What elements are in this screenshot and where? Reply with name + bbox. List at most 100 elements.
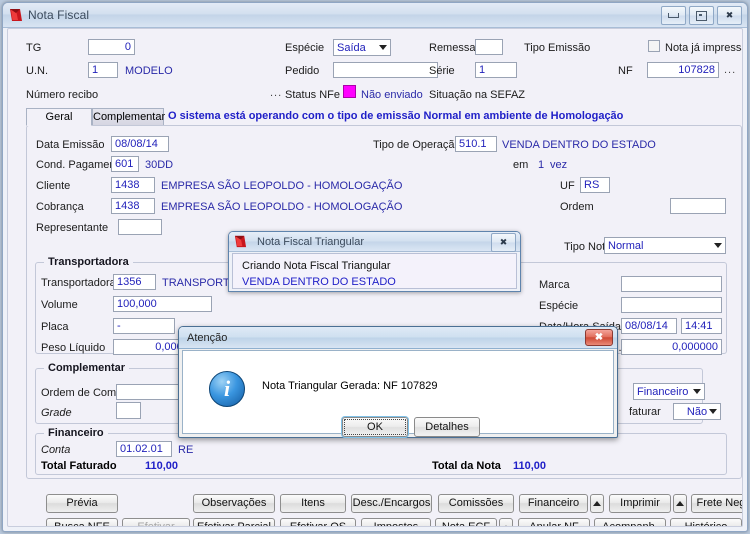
cobranca-field[interactable]: 1438: [111, 198, 155, 214]
conta-field[interactable]: 01.02.01: [116, 441, 172, 457]
modo-combo[interactable]: Financeiro: [633, 383, 705, 400]
grade-label: Grade: [41, 407, 72, 419]
tab-geral[interactable]: Geral: [26, 108, 92, 126]
button-financeiro[interactable]: Financeiro: [519, 494, 588, 513]
numero-recibo-label: Número recibo: [26, 89, 99, 101]
triangular-dialog-body: Criando Nota Fiscal Triangular VENDA DEN…: [232, 253, 517, 289]
button-acompanh[interactable]: Acompanh.: [594, 518, 666, 526]
window-title: Nota Fiscal: [28, 8, 90, 22]
cliente-field[interactable]: 1438: [111, 177, 155, 193]
nf-field[interactable]: 107828: [647, 62, 719, 78]
data-emissao-field[interactable]: 08/08/14: [111, 136, 169, 152]
grade-field[interactable]: [116, 402, 141, 419]
remessa-field[interactable]: [475, 39, 503, 55]
button-efetivar-parcial[interactable]: Efetivar Parcial: [193, 518, 275, 526]
button-observacoes[interactable]: Observações: [193, 494, 275, 513]
tab-complementar[interactable]: Complementar: [92, 108, 165, 126]
button-anular-nf[interactable]: Anular NF: [518, 518, 590, 526]
peso-extra-field[interactable]: 0,000000: [621, 339, 722, 355]
remessa-label: Remessa: [429, 42, 476, 54]
status-nfe-value: Não enviado: [361, 89, 423, 101]
volume-field[interactable]: 100,000: [113, 296, 212, 312]
chevron-down-icon: [714, 243, 722, 248]
cobranca-label: Cobrança: [36, 201, 84, 213]
button-impostos[interactable]: Impostos: [361, 518, 431, 526]
close-icon[interactable]: ✖: [585, 329, 613, 346]
peso-liquido-label: Peso Líquido: [41, 342, 106, 354]
tipo-nota-combo[interactable]: Normal: [604, 237, 726, 254]
numero-recibo-ellipsis-button[interactable]: ...: [270, 87, 282, 99]
uf-field[interactable]: RS: [580, 177, 610, 193]
placa-field[interactable]: -: [113, 318, 175, 334]
cond-pagamento-description: 30DD: [145, 159, 174, 171]
window-titlebar[interactable]: Nota Fiscal ✖: [3, 3, 747, 28]
close-icon[interactable]: ✖: [717, 6, 742, 25]
button-imprimir[interactable]: Imprimir: [609, 494, 671, 513]
pedido-field[interactable]: [333, 62, 438, 78]
tg-field[interactable]: 0: [88, 39, 135, 55]
faturar-value: Não: [686, 406, 708, 418]
especie-combo[interactable]: Saída: [333, 39, 391, 56]
status-nfe-label: Status NFe: [285, 89, 341, 101]
tipo-operacao-field[interactable]: 510.1: [455, 136, 497, 152]
button-busca-nfe[interactable]: Busca NFE: [46, 518, 118, 526]
data-saida-field[interactable]: 08/08/14: [621, 318, 677, 334]
close-icon[interactable]: ✖: [491, 233, 516, 252]
triangular-dialog-titlebar[interactable]: Nota Fiscal Triangular ✖: [229, 232, 520, 252]
nota-ja-impressa-checkbox[interactable]: [648, 40, 660, 52]
transportadora-especie-field[interactable]: [621, 297, 722, 313]
button-historico[interactable]: Histórico: [670, 518, 742, 526]
ok-button[interactable]: OK: [342, 417, 408, 437]
em-label: em: [513, 159, 529, 171]
transportadora-field[interactable]: 1356: [113, 274, 156, 290]
maximize-icon[interactable]: [689, 6, 714, 25]
button-desc-encargos[interactable]: Desc./Encargos: [351, 494, 432, 513]
nf-ellipsis-button[interactable]: ...: [724, 64, 736, 76]
total-nota-value: 110,00: [513, 460, 547, 472]
button-previa[interactable]: Prévia: [46, 494, 118, 513]
ordem-field[interactable]: [670, 198, 726, 214]
chevron-up-icon: [502, 525, 510, 526]
button-nota-ecf-spinner[interactable]: [499, 518, 513, 526]
chevron-up-icon: [676, 501, 684, 506]
tipo-operacao-label: Tipo de Operação: [373, 139, 461, 151]
cobranca-description: EMPRESA SÃO LEOPOLDO - HOMOLOGAÇÃO: [161, 201, 403, 213]
faturar-label: faturar: [629, 406, 661, 418]
faturar-combo[interactable]: Não: [673, 403, 721, 420]
atencao-dialog-title: Atenção: [187, 331, 228, 344]
detalhes-button[interactable]: Detalhes: [414, 417, 480, 437]
button-financeiro-spinner[interactable]: [590, 494, 604, 513]
cond-pagamento-field[interactable]: 601: [111, 156, 139, 172]
button-frete-neg[interactable]: Frete Neg.: [691, 494, 742, 513]
atencao-dialog-titlebar[interactable]: Atenção ✖: [179, 327, 617, 349]
button-efetivar-os[interactable]: Efetivar OS: [280, 518, 356, 526]
vez-label: vez: [550, 159, 568, 171]
app-red-icon: [234, 235, 248, 249]
representante-label: Representante: [36, 222, 109, 234]
nota-fiscal-triangular-dialog: Nota Fiscal Triangular ✖ Criando Nota Fi…: [228, 231, 521, 292]
button-itens[interactable]: Itens: [280, 494, 346, 513]
button-comissoes[interactable]: Comissões: [438, 494, 514, 513]
minimize-icon[interactable]: [661, 6, 686, 25]
un-field[interactable]: 1: [88, 62, 118, 78]
cliente-label: Cliente: [36, 180, 71, 192]
pedido-label: Pedido: [285, 65, 320, 77]
button-imprimir-spinner[interactable]: [673, 494, 687, 513]
chevron-down-icon: [379, 45, 387, 50]
marca-field[interactable]: [621, 276, 722, 292]
uf-label: UF: [560, 180, 575, 192]
atencao-dialog: Atenção ✖ i Nota Triangular Gerada: NF 1…: [178, 326, 618, 438]
especie-label: Espécie: [285, 42, 325, 54]
tipo-operacao-description: VENDA DENTRO DO ESTADO: [502, 139, 656, 151]
hora-saida-field[interactable]: 14:41: [681, 318, 722, 334]
nf-label: NF: [618, 65, 633, 77]
total-faturado-label: Total Faturado: [41, 460, 117, 472]
tipo-nota-value: Normal: [608, 240, 644, 252]
representante-field[interactable]: [118, 219, 162, 235]
triangular-dialog-line2: VENDA DENTRO DO ESTADO: [242, 276, 396, 288]
placa-label: Placa: [41, 321, 69, 333]
button-nota-ecf[interactable]: Nota ECF: [435, 518, 497, 526]
total-faturado-value: 110,00: [145, 460, 179, 472]
serie-label: Série: [429, 65, 455, 77]
serie-field[interactable]: 1: [475, 62, 517, 78]
